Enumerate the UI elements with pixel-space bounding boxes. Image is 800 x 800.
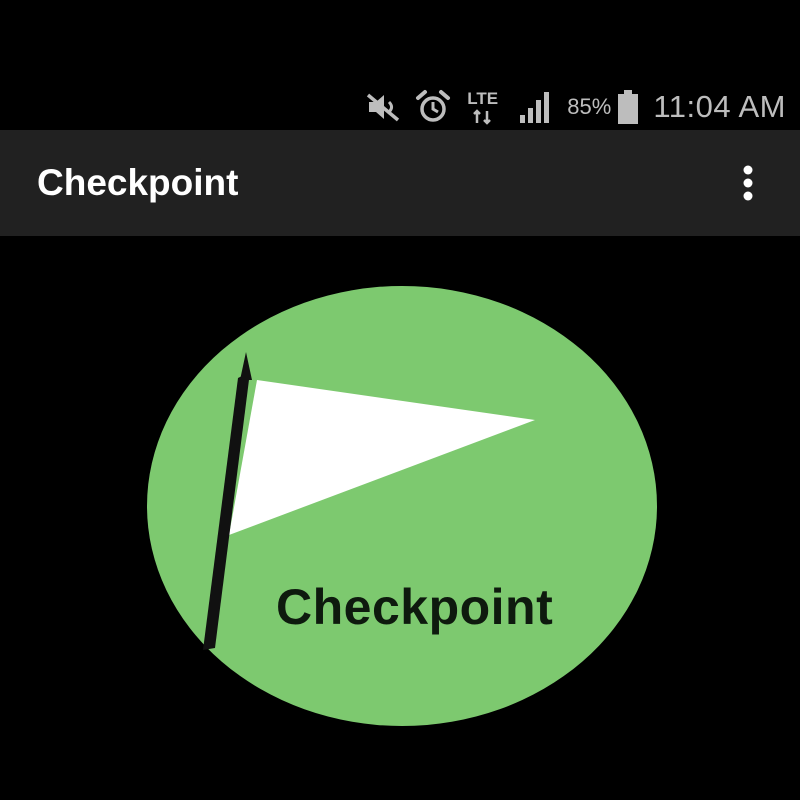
app-screen: LTE 85% 11:04 AM Checkpoint Checkpoint <box>0 0 800 800</box>
alarm-icon <box>415 89 451 125</box>
checkpoint-logo: Checkpoint <box>0 236 800 800</box>
app-bar: Checkpoint <box>0 130 800 236</box>
logo-text: Checkpoint <box>276 579 554 635</box>
status-icons: LTE 85% 11:04 AM <box>365 82 786 132</box>
mute-icon <box>365 90 401 124</box>
status-bar: LTE 85% 11:04 AM <box>0 0 800 130</box>
overflow-menu-button[interactable] <box>722 157 774 209</box>
signal-icon <box>519 91 553 123</box>
status-clock: 11:04 AM <box>653 89 786 124</box>
more-vert-icon <box>743 165 753 201</box>
logo-graphic <box>147 286 657 726</box>
battery-percent: 85% <box>567 94 612 119</box>
battery-icon <box>617 90 639 124</box>
app-title: Checkpoint <box>37 162 239 203</box>
lte-icon: LTE <box>465 87 505 127</box>
